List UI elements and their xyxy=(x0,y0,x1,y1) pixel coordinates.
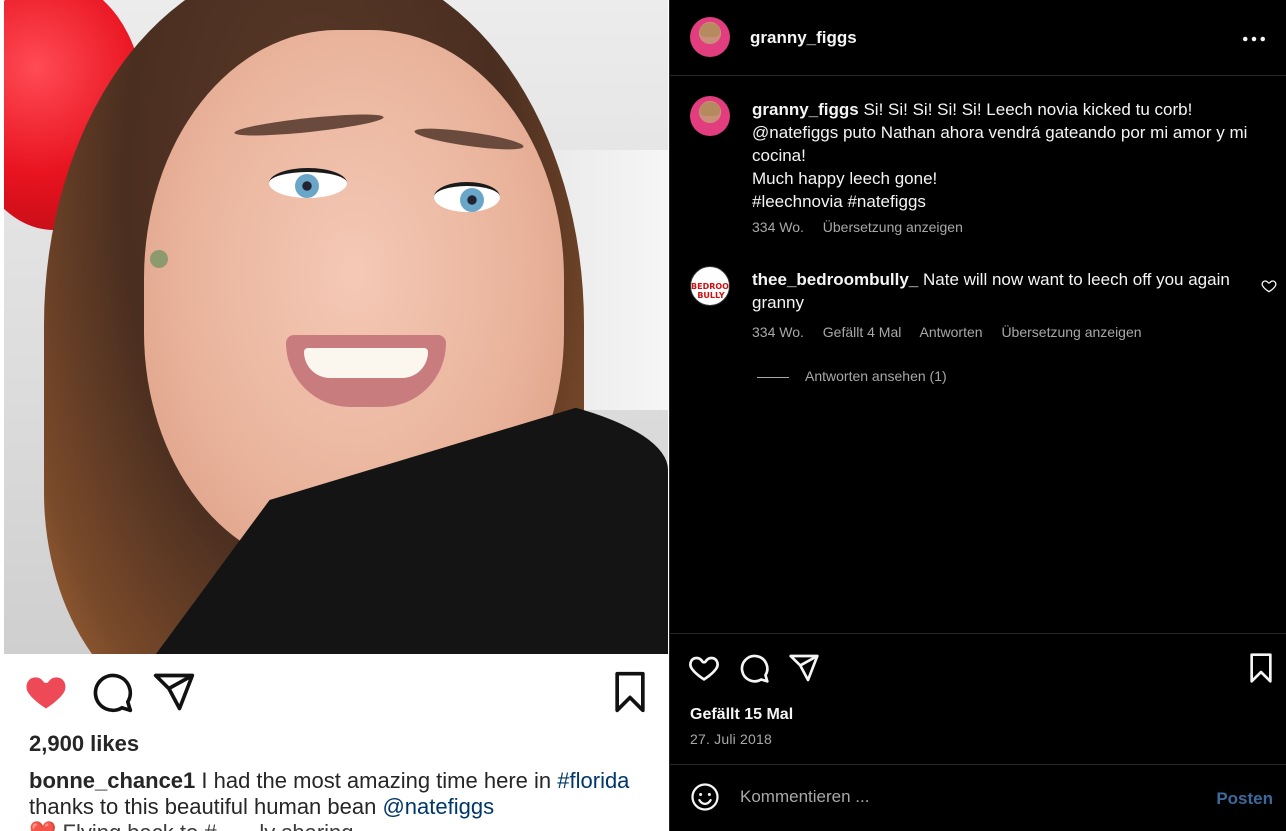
comment-like-heart-icon[interactable] xyxy=(1261,278,1277,294)
comment-translate-link[interactable]: Übersetzung anzeigen xyxy=(1001,324,1141,340)
heart-filled-icon xyxy=(24,670,68,714)
embedded-likes: 2,900 likes xyxy=(29,731,140,756)
post-details-panel: granny_figgs granny_figgs Si! Si! Si! Si… xyxy=(669,0,1286,831)
caption-avatar[interactable] xyxy=(690,96,730,136)
embedded-hashtag: #florida xyxy=(557,768,630,793)
embedded-caption: bonne_chance1 I had the most amazing tim… xyxy=(29,768,649,831)
post-media[interactable]: 2,900 likes bonne_chance1 I had the most… xyxy=(0,0,669,831)
view-replies-button[interactable]: Antworten ansehen (1) xyxy=(757,368,947,384)
comment-likes[interactable]: Gefällt 4 Mal xyxy=(823,324,902,340)
comment-meta: 334 Wo. Gefällt 4 Mal Antworten Übersetz… xyxy=(752,324,1157,340)
caption-time[interactable]: 334 Wo. xyxy=(752,219,804,235)
comment-time[interactable]: 334 Wo. xyxy=(752,324,804,340)
earring xyxy=(150,250,168,268)
bookmark-icon[interactable] xyxy=(1245,652,1277,684)
bookmark-icon xyxy=(608,670,652,714)
embedded-mention: @natefiggs xyxy=(382,794,495,819)
caption-translate-link[interactable]: Übersetzung anzeigen xyxy=(823,219,963,235)
eye-left xyxy=(269,168,347,198)
replies-divider xyxy=(757,376,789,378)
selfie-photo xyxy=(4,0,668,654)
share-icon[interactable] xyxy=(788,652,820,684)
caption-meta: 334 Wo. Übersetzung anzeigen xyxy=(752,219,978,235)
author-username[interactable]: granny_figgs xyxy=(750,28,857,48)
comment-text: thee_bedroombully_ Nate will now want to… xyxy=(752,268,1252,314)
share-icon xyxy=(152,670,196,714)
embedded-caption-cut: ❤️ Flying back to #... ...ly sharing xyxy=(29,820,649,831)
post-comment-button[interactable]: Posten xyxy=(1216,789,1273,809)
caption-text: granny_figgs Si! Si! Si! Si! Si! Leech n… xyxy=(752,98,1272,213)
comment-icon[interactable] xyxy=(738,652,770,684)
view-replies-label: Antworten ansehen (1) xyxy=(805,368,947,384)
commenter-avatar[interactable]: BEDROOMBULLY xyxy=(690,266,730,306)
comment-reply-button[interactable]: Antworten xyxy=(920,324,983,340)
embedded-caption-a: I had the most amazing time here in xyxy=(195,768,552,793)
teeth xyxy=(304,348,428,378)
comment-icon xyxy=(90,670,134,714)
commenter-avatar-logo: BEDROOMBULLY xyxy=(691,282,729,300)
more-options-icon[interactable] xyxy=(1239,24,1269,54)
emoji-icon[interactable] xyxy=(690,782,720,812)
post-header: granny_figgs xyxy=(670,0,1286,76)
caption-username[interactable]: granny_figgs xyxy=(752,100,859,119)
eye-right xyxy=(434,182,500,212)
author-avatar[interactable] xyxy=(690,17,730,57)
embedded-caption-b: thanks to this beautiful human bean xyxy=(29,794,383,819)
like-heart-icon[interactable] xyxy=(688,652,720,684)
post-date[interactable]: 27. Juli 2018 xyxy=(690,731,772,747)
comment-username[interactable]: thee_bedroombully_ xyxy=(752,270,918,289)
post-actions: Gefällt 15 Mal 27. Juli 2018 xyxy=(670,633,1286,763)
embedded-username: bonne_chance1 xyxy=(29,768,196,793)
comment-box: Kommentieren ... Posten xyxy=(670,764,1286,831)
comment-input[interactable]: Kommentieren ... xyxy=(740,787,1160,807)
embedded-actions xyxy=(22,670,652,720)
likes-count[interactable]: Gefällt 15 Mal xyxy=(690,706,793,724)
